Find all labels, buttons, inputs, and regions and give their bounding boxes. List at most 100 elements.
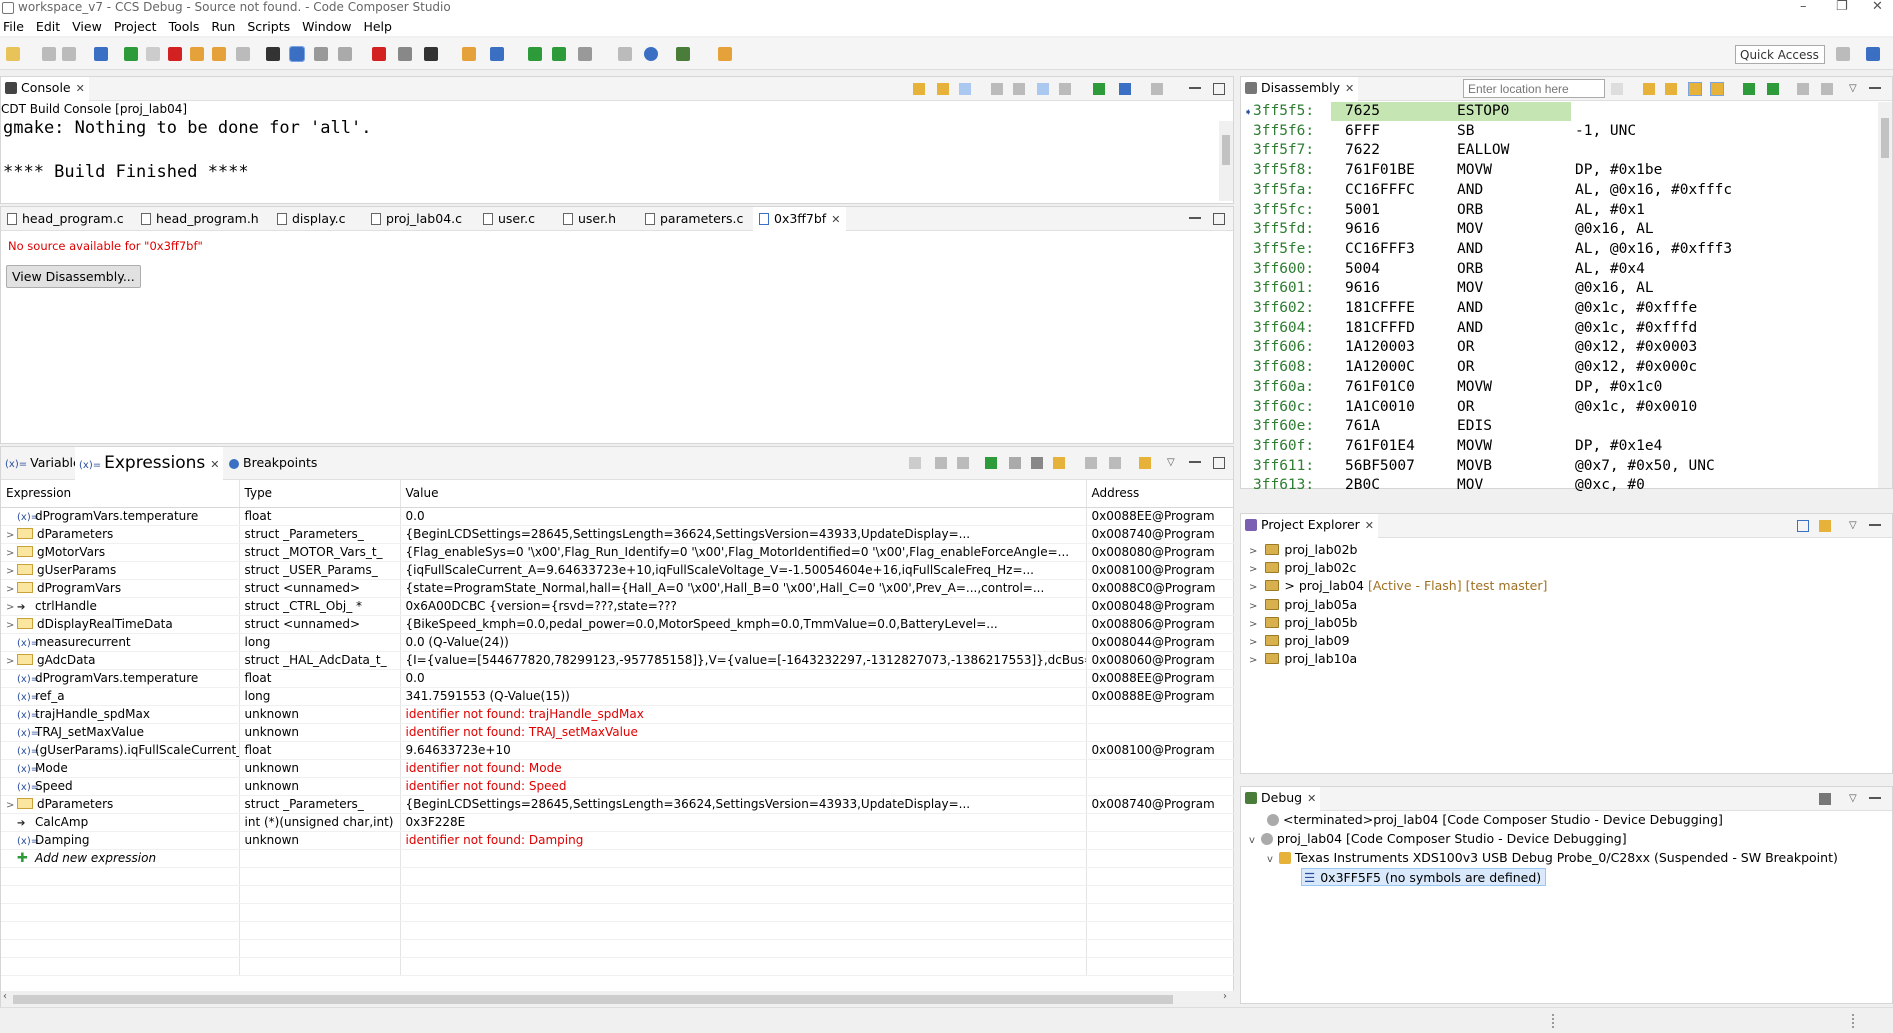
tab-user-h[interactable]: user.h	[563, 207, 616, 231]
add-new-expression[interactable]: Add new expression	[35, 851, 156, 865]
go-icon[interactable]	[1611, 83, 1623, 95]
new-console-icon[interactable]	[1151, 83, 1163, 95]
project-item[interactable]: > > proj_lab04 [Active - Flash] [test mas…	[1249, 577, 1547, 595]
debug-icon[interactable]	[424, 47, 438, 61]
forward-icon[interactable]	[552, 47, 566, 61]
chevron-right-icon[interactable]: >	[6, 530, 17, 541]
close-icon[interactable]: ✕	[210, 458, 219, 471]
track-icon[interactable]	[1710, 82, 1724, 96]
minimize-icon[interactable]	[1189, 217, 1201, 223]
tab-parameters-c[interactable]: parameters.c	[645, 207, 743, 231]
step-return-icon[interactable]	[236, 47, 250, 61]
table-row[interactable]: > dDisplayRealTimeData struct <unnamed> {Bi…	[1, 615, 1234, 634]
step-icon[interactable]	[1743, 83, 1755, 95]
disassembly-row[interactable]: 3ff5fe: CC16FFF3 AND AL, @0x16, #0xfff3	[1241, 240, 1874, 259]
disassembly-row[interactable]: 3ff5f5: 7625 ESTOP0	[1241, 102, 1874, 121]
table-row[interactable]: (x)=TRAJ_setMaxValue unknown identifier no…	[1, 723, 1234, 742]
expression-value[interactable]: 341.7591553 (Q-Value(15))	[400, 687, 1087, 706]
project-item[interactable]: > proj_lab09	[1249, 632, 1350, 650]
table-row[interactable]: > dParameters struct _Parameters_ {BeginLCD…	[1, 525, 1234, 544]
expression-value[interactable]: 0.0	[400, 669, 1087, 688]
debug-item-session[interactable]: v proj_lab04 [Code Composer Studio - Devi…	[1249, 830, 1627, 848]
view-disassembly-button[interactable]: View Disassembly...	[6, 265, 141, 288]
chevron-right-icon[interactable]: >	[1249, 582, 1257, 593]
pin-icon[interactable]	[1821, 83, 1833, 95]
table-row[interactable]: (x)=trajHandle_spdMax unknown identifier n…	[1, 705, 1234, 724]
maximize-button[interactable]: ❐	[1836, 0, 1848, 14]
project-item[interactable]: > proj_lab10a	[1249, 650, 1357, 668]
chevron-right-icon[interactable]: >	[6, 584, 17, 595]
expression-value[interactable]: {BikeSpeed_kmph=0.0,pedal_power=0.0,Moto…	[400, 615, 1087, 634]
chevron-right-icon[interactable]: >	[1249, 619, 1257, 630]
project-item[interactable]: > proj_lab05b	[1249, 614, 1357, 632]
debug-item-target[interactable]: v Texas Instruments XDS100v3 USB Debug Pr…	[1267, 849, 1838, 867]
collapse-icon[interactable]	[909, 457, 921, 469]
disassembly-row[interactable]: 3ff5f8: 761F01BE MOVW DP, #0x1be	[1241, 161, 1874, 180]
disassembly-row[interactable]: 3ff608: 1A12000C OR @0x12, #0x000c	[1241, 358, 1874, 377]
tab-display-c[interactable]: display.c	[277, 207, 345, 231]
open-console-icon[interactable]	[1093, 83, 1105, 95]
table-row[interactable]: > dParameters struct _Parameters_ {BeginLCD…	[1, 795, 1234, 814]
save-all-icon[interactable]	[62, 47, 76, 61]
minimize-icon[interactable]	[1189, 461, 1201, 467]
collapse-all-icon[interactable]	[1797, 520, 1809, 532]
disassembly-row[interactable]: 3ff60a: 761F01C0 MOVW DP, #0x1c0	[1241, 378, 1874, 397]
disassembly-row[interactable]: 3ff600: 5004 ORB AL, #0x4	[1241, 260, 1874, 279]
menu-window[interactable]: Window	[299, 16, 360, 34]
chevron-right-icon[interactable]: >	[1249, 564, 1257, 575]
expression-value[interactable]: identifier not found: Speed	[400, 777, 1087, 796]
scroll-lock-icon[interactable]	[913, 83, 925, 95]
new-view-icon[interactable]	[1797, 83, 1809, 95]
column-expression[interactable]: Expression	[1, 480, 240, 508]
step-over-icon[interactable]	[1767, 83, 1779, 95]
project-item[interactable]: > proj_lab05a	[1249, 596, 1357, 614]
expression-value[interactable]: 0x6A00DCBC {version={rsvd=???,state=???	[400, 597, 1087, 616]
connect-icon[interactable]	[314, 47, 328, 61]
word-wrap-icon[interactable]	[959, 83, 971, 95]
chevron-right-icon[interactable]: >	[6, 620, 17, 631]
sync-icon[interactable]	[1688, 82, 1702, 96]
menu-file[interactable]: File	[0, 16, 33, 34]
remove-all-icon[interactable]	[1031, 457, 1043, 469]
disassembly-listing[interactable]: 3ff5f5: 7625 ESTOP0 3ff5f6: 6FFF SB -1, UNC 3ff…	[1241, 102, 1874, 493]
layout-icon[interactable]	[957, 457, 969, 469]
breakpoint-icon[interactable]	[372, 47, 386, 61]
tab-head-program-c[interactable]: head_program.c	[7, 207, 124, 231]
tab-breakpoints[interactable]: Breakpoints	[225, 447, 321, 480]
table-row[interactable]: (x)=ref_a long 341.7591553 (Q-Value(15)) 0x…	[1, 687, 1234, 706]
disassembly-row[interactable]: 3ff60e: 761A EDIS	[1241, 417, 1874, 436]
expression-value[interactable]: {I={value=[544677820,78299123,-957785158…	[400, 651, 1087, 670]
load-icon[interactable]	[338, 47, 352, 61]
expression-value[interactable]: 0.0	[400, 507, 1087, 526]
pin-icon[interactable]	[718, 47, 732, 61]
table-row[interactable]: (x)=dProgramVars.temperature float 0.0 0x00…	[1, 669, 1234, 688]
chevron-down-icon[interactable]: v	[1267, 854, 1273, 865]
maximize-icon[interactable]	[1213, 213, 1225, 225]
chevron-down-icon[interactable]: v	[1249, 835, 1255, 846]
table-row[interactable]: ➔ CalcAmp int (*)(unsigned char,int) 0x3F22…	[1, 813, 1234, 832]
refresh-icon[interactable]	[1053, 457, 1065, 469]
chevron-right-icon[interactable]: >	[1249, 655, 1257, 666]
disassembly-row[interactable]: 3ff60c: 1A1C0010 OR @0x1c, #0x0010	[1241, 398, 1874, 417]
chevron-right-icon[interactable]: >	[1249, 546, 1257, 557]
add-expression-row[interactable]: ✚ Add new expression	[1, 849, 1234, 868]
maximize-icon[interactable]	[1213, 83, 1225, 95]
menu-help[interactable]: Help	[360, 16, 401, 34]
table-row[interactable]: > dProgramVars struct <unnamed> {state=Prog…	[1, 579, 1234, 598]
open-perspective-icon[interactable]	[1836, 47, 1850, 61]
minimize-button[interactable]: –	[1800, 0, 1807, 14]
tab-project-explorer[interactable]: Project Explorer ✕	[1241, 514, 1379, 538]
assembly-step-icon[interactable]	[289, 46, 305, 62]
table-row[interactable]: (x)=measurecurrent long 0.0 (Q-Value(24)) 0…	[1, 633, 1234, 652]
column-type[interactable]: Type	[239, 480, 401, 508]
debug-view-icon[interactable]	[94, 47, 108, 61]
disassembly-row[interactable]: 3ff604: 181CFFFD AND @0x1c, #0xfffd	[1241, 319, 1874, 338]
debug-item-terminated[interactable]: <terminated>proj_lab04 [Code Composer St…	[1267, 811, 1723, 829]
debug-item-frame[interactable]: ☰ 0x3FF5F5 (no symbols are defined)	[1301, 868, 1547, 886]
chevron-right-icon[interactable]: >	[6, 602, 17, 613]
expression-value[interactable]: 0x3F228E	[400, 813, 1087, 832]
clear-console-icon[interactable]	[991, 83, 1003, 95]
terminate-icon[interactable]	[168, 47, 182, 61]
disassembly-row[interactable]: 3ff5f6: 6FFF SB -1, UNC	[1241, 122, 1874, 141]
display-icon[interactable]	[1119, 83, 1131, 95]
